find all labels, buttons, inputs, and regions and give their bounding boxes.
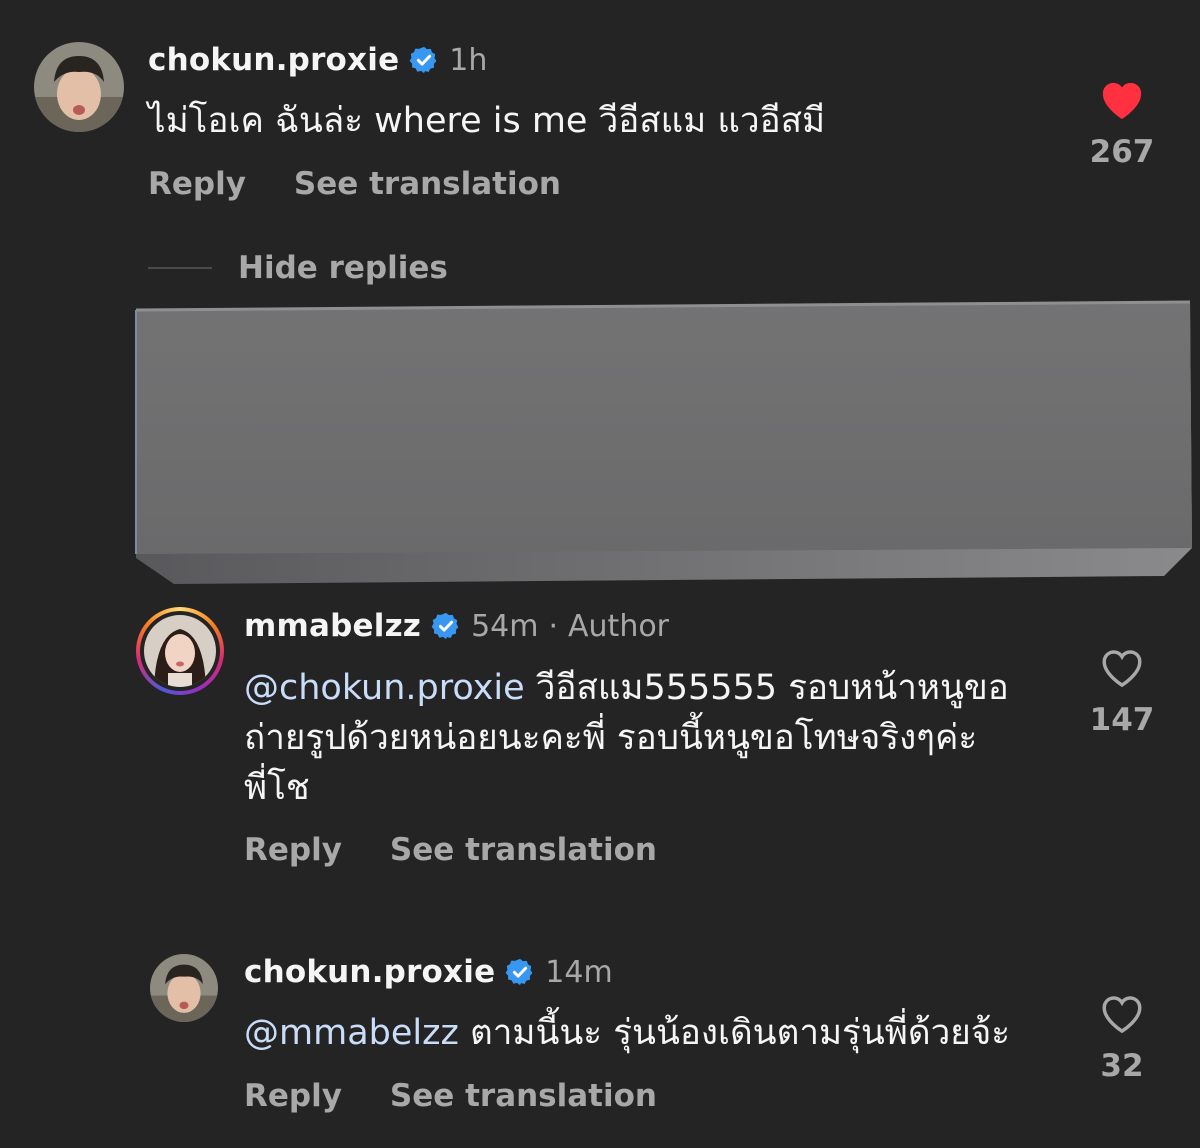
reply-button[interactable]: Reply [244, 1078, 342, 1114]
like-control: 267 [1077, 78, 1167, 170]
comment-text-line: ถ่ายรูปด้วยหน่อยนะคะพี่ รอบนี้หนูขอโทษจร… [244, 718, 978, 758]
divider [148, 267, 212, 269]
comment-header: chokun.proxie 14m [244, 954, 613, 990]
comment-actions: Reply See translation [244, 832, 657, 868]
username[interactable]: mmabelzz [244, 608, 421, 644]
timestamp: 14m [545, 954, 613, 990]
hide-replies-toggle[interactable]: Hide replies [148, 250, 448, 286]
comment-text-line: วีอีสแม555555 รอบหน้าหนูขอ [524, 668, 1009, 708]
mention-link[interactable]: @chokun.proxie [244, 668, 525, 708]
verified-badge-icon [431, 611, 461, 641]
like-control: 32 [1077, 992, 1167, 1084]
comment-header: chokun.proxie 1h [148, 42, 487, 78]
see-translation-button[interactable]: See translation [390, 1078, 657, 1114]
like-control: 147 [1077, 646, 1167, 738]
heart-outline-icon[interactable] [1099, 646, 1145, 692]
comment-text: @mmabelzz ตามนี้นะ รุ่นน้องเดินตามรุ่นพี… [244, 1008, 1010, 1058]
avatar[interactable] [34, 42, 124, 132]
mention-link[interactable]: @mmabelzz [244, 1013, 459, 1053]
see-translation-button[interactable]: See translation [294, 166, 561, 202]
comment-actions: Reply See translation [148, 166, 561, 202]
verified-badge-icon [409, 45, 439, 75]
reply-button[interactable]: Reply [148, 166, 246, 202]
heart-outline-icon[interactable] [1099, 992, 1145, 1038]
like-count: 147 [1089, 702, 1155, 738]
comment-text: ไม่โอเค ฉันล่ะ where is me วีอีสแม แวอีส… [148, 101, 826, 141]
comment-actions: Reply See translation [244, 1078, 657, 1114]
hide-replies-label[interactable]: Hide replies [238, 250, 448, 286]
like-count: 267 [1089, 134, 1155, 170]
timestamp: 1h [449, 42, 488, 78]
username[interactable]: chokun.proxie [244, 954, 495, 990]
avatar [144, 615, 216, 687]
reply-button[interactable]: Reply [244, 832, 342, 868]
avatar[interactable] [150, 954, 218, 1022]
comment-text-body: ตามนี้นะ รุ่นน้องเดินตามรุ่นพี่ด้วยจ้ะ [458, 1013, 1011, 1053]
like-count: 32 [1100, 1048, 1144, 1084]
verified-badge-icon [505, 957, 535, 987]
comment-text-line: พี่โช [244, 768, 310, 808]
see-translation-button[interactable]: See translation [390, 832, 657, 868]
avatar-story-ring[interactable] [136, 607, 224, 695]
author-badge: Author [568, 608, 670, 644]
username[interactable]: chokun.proxie [148, 42, 399, 78]
separator: · [548, 608, 559, 644]
timestamp: 54m [471, 608, 539, 644]
comments-panel: chokun.proxie 1h ไม่โอเค ฉันล่ะ where is… [0, 0, 1200, 1148]
comment-header: mmabelzz 54m · Author [244, 608, 669, 644]
heart-filled-icon[interactable] [1099, 78, 1145, 124]
redacted-content [134, 300, 1196, 586]
comment-text: @chokun.proxie วีอีสแม555555 รอบหน้าหนูข… [244, 663, 1009, 813]
